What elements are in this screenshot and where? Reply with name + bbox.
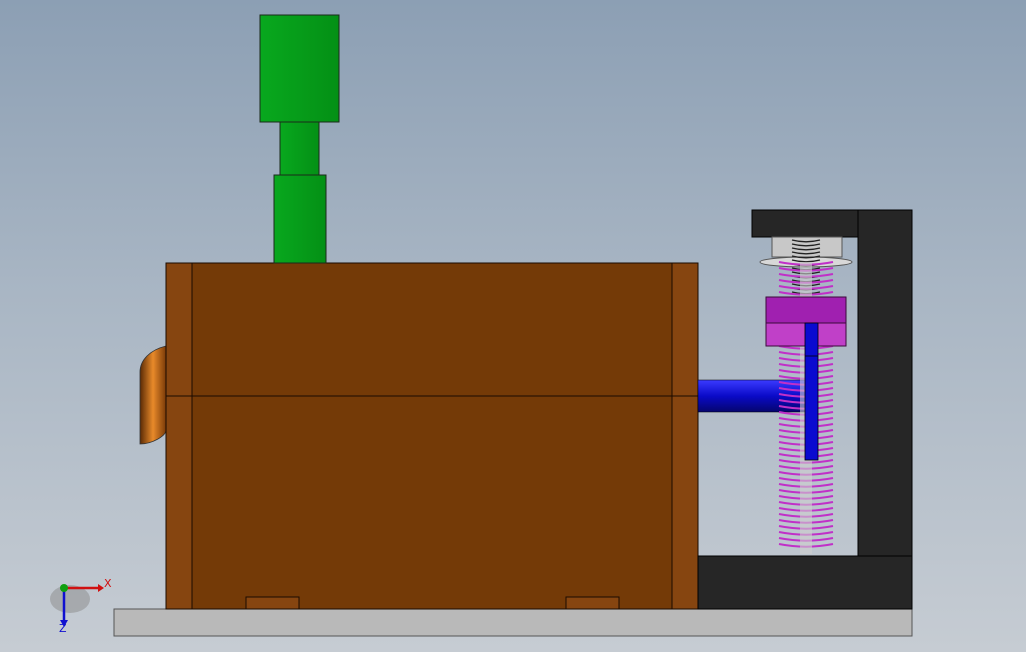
foot-right: [565, 596, 620, 610]
main-body[interactable]: [165, 262, 699, 610]
model-view[interactable]: X Z: [0, 0, 1026, 652]
axis-z-label: Z: [59, 622, 67, 635]
motor-top: [259, 14, 340, 123]
axis-x-label: X: [104, 577, 112, 590]
bracket-bottom-arm: [697, 555, 913, 610]
bracket-vertical: [857, 209, 913, 610]
cad-viewport[interactable]: X Z: [0, 0, 1026, 652]
base-plate[interactable]: [113, 608, 913, 637]
motor-neck: [279, 121, 320, 176]
body-left-edge: [165, 262, 193, 610]
side-knob[interactable]: [139, 345, 167, 445]
motor-base: [273, 174, 327, 264]
vertical-rod[interactable]: [804, 322, 819, 461]
foot-left: [245, 596, 300, 610]
body-right-edge: [671, 262, 699, 610]
motor-assembly[interactable]: [259, 14, 340, 264]
axis-triad: X Z: [50, 577, 112, 635]
